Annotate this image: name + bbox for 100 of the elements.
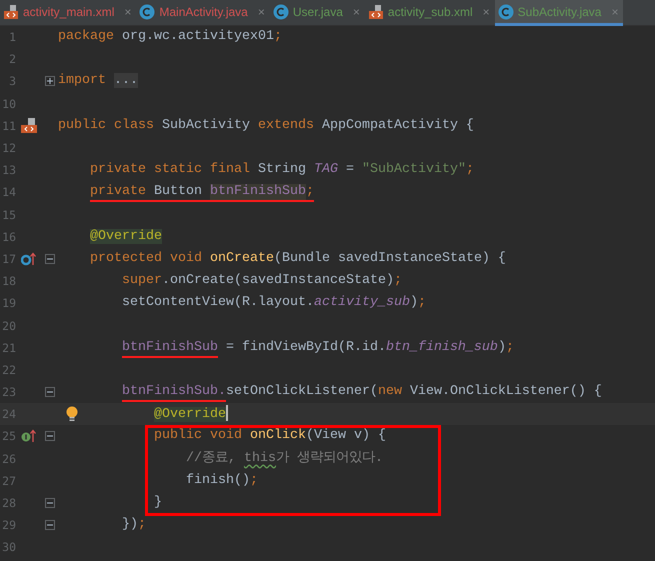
close-icon[interactable]: ×	[258, 4, 265, 18]
code-text: .onCreate(savedInstanceState)	[162, 273, 394, 288]
code-constant: activity_sub	[314, 295, 410, 310]
line-number: 26	[1, 452, 16, 466]
collapse-fold-icon[interactable]	[45, 520, 55, 530]
code-keyword: ;	[394, 273, 402, 288]
tab-label: activity_sub.xml	[388, 4, 473, 18]
line-number: 30	[1, 540, 16, 554]
xml-file-icon	[368, 4, 384, 20]
class-icon	[139, 4, 156, 20]
code-keyword: package	[58, 29, 114, 44]
close-icon[interactable]: ×	[124, 4, 132, 18]
code-keyword: public void	[154, 428, 243, 444]
code-text: SubActivity	[160, 118, 251, 133]
code-text: AppCompatActivity {	[320, 118, 474, 133]
line-number: 25	[1, 429, 16, 444]
code-keyword: ;	[466, 162, 474, 178]
line-number: 11	[1, 118, 16, 133]
line-number: 16	[1, 230, 16, 244]
code-constant: btn_finish_sub	[386, 340, 498, 355]
line-number: 2	[8, 52, 16, 66]
code-string: "SubActivity"	[362, 162, 466, 178]
code-keyword: ;	[418, 295, 426, 310]
code-field: btnFinishSub	[210, 184, 306, 202]
code-keyword: import	[58, 73, 107, 88]
code-text: View.OnClickListener() {	[408, 384, 602, 400]
close-icon[interactable]: ×	[352, 4, 360, 18]
code-text: )	[498, 340, 506, 355]
collapse-fold-icon[interactable]	[45, 387, 55, 398]
code-method: onClick	[250, 428, 306, 444]
class-icon	[272, 4, 289, 20]
close-icon[interactable]: ×	[482, 4, 490, 18]
code-constant: TAG	[314, 162, 338, 178]
line-number: 1	[8, 30, 16, 44]
code-keyword: ;	[274, 29, 282, 44]
code-keyword: ;	[138, 517, 146, 532]
code-keyword: private	[90, 184, 146, 202]
line-number: 14	[1, 185, 16, 200]
code-comment: 가 생략되어있다.	[276, 450, 383, 466]
code-keyword: extends	[258, 118, 314, 133]
tab-label: SubActivity.java	[518, 4, 602, 18]
code-text: (View v) {	[306, 428, 386, 444]
tab-label: User.java	[292, 4, 343, 18]
line-number: 21	[1, 340, 16, 355]
code-text: )	[410, 295, 418, 310]
code-text: org.wc.activityex01	[120, 29, 274, 44]
editor-tab[interactable]: activity_main.xml ×	[0, 0, 136, 26]
tab-label: MainActivity.java	[159, 4, 248, 18]
line-number: 18	[1, 274, 16, 288]
text-caret	[226, 405, 228, 422]
editor-tab[interactable]: User.java ×	[270, 0, 365, 26]
code-keyword: super	[122, 273, 162, 288]
line-number: 27	[1, 474, 16, 488]
line-number: 17	[1, 252, 16, 266]
implement-marker-icon[interactable]	[21, 429, 37, 444]
line-number: 13	[1, 163, 16, 178]
line-number: 29	[1, 518, 16, 532]
line-number: 3	[8, 74, 16, 88]
code-keyword: public class	[58, 118, 154, 133]
line-number: 10	[1, 96, 16, 111]
code-text: }	[154, 495, 162, 510]
code-annotation: @Override	[90, 228, 162, 244]
line-number: 23	[1, 385, 16, 400]
close-icon[interactable]: ×	[611, 4, 618, 18]
code-text: setContentView(R.layout.	[122, 295, 314, 310]
collapse-fold-icon[interactable]	[45, 431, 55, 442]
code-method: onCreate	[210, 250, 274, 266]
code-text: finish()	[186, 472, 250, 488]
collapse-fold-icon[interactable]	[45, 254, 55, 264]
code-keyword: new	[378, 384, 402, 400]
editor-tab[interactable]: SubActivity.java ×	[494, 0, 624, 26]
editor-tab[interactable]: MainActivity.java ×	[136, 0, 270, 26]
class-icon	[498, 4, 514, 20]
code-keyword: ;	[250, 472, 258, 488]
code-field: btnFinishSub	[122, 340, 218, 358]
line-number: 20	[1, 318, 16, 333]
code-text: setOnClickListener(	[226, 384, 378, 400]
code-keyword: private static final	[90, 162, 250, 178]
code-annotation: @Override	[154, 406, 226, 422]
line-number: 12	[1, 141, 16, 156]
xml-file-icon[interactable]	[20, 118, 38, 134]
folded-code: ...	[114, 73, 138, 88]
override-marker-icon[interactable]	[21, 252, 37, 266]
tab-label: activity_main.xml	[23, 4, 114, 18]
line-number: 19	[1, 296, 16, 310]
editor-tab[interactable]: activity_sub.xml ×	[364, 0, 495, 26]
code-comment: this	[244, 450, 276, 466]
code-keyword: protected void	[90, 250, 203, 266]
collapse-fold-icon[interactable]	[45, 498, 55, 508]
expand-fold-icon[interactable]	[45, 76, 55, 86]
code-keyword: ;	[506, 340, 514, 355]
line-number: 15	[1, 208, 16, 222]
line-number: 22	[1, 362, 16, 377]
code-text: (Bundle savedInstanceState) {	[274, 250, 506, 266]
code-keyword: ;	[306, 184, 314, 202]
code-text: })	[122, 517, 138, 532]
lightbulb-icon[interactable]	[66, 406, 78, 422]
code-comment: //종료,	[186, 450, 237, 466]
xml-file-icon	[3, 4, 19, 20]
code-text: String	[256, 162, 307, 178]
